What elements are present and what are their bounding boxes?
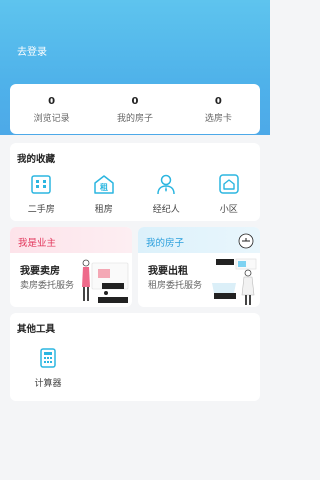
promo-title: 我要卖房 [20, 266, 60, 277]
community-icon [219, 174, 239, 194]
favorite-second-hand[interactable]: 二手房 [10, 173, 73, 215]
stat-my-houses[interactable]: 0 我的房子 [93, 84, 176, 134]
sell-house-card[interactable]: 我是业主 我要卖房 卖房委托服务 [10, 227, 132, 307]
tool-label: 计算器 [34, 379, 62, 389]
login-link[interactable]: 去登录 [17, 43, 47, 58]
favorite-rent[interactable]: 租 租房 [73, 173, 136, 215]
calculator-icon [40, 348, 56, 368]
stat-value: 0 [214, 95, 222, 107]
favorite-agent[interactable]: 经纪人 [135, 173, 198, 215]
building-icon [31, 175, 51, 194]
seller-illustration [82, 259, 129, 303]
clock-icon [238, 233, 254, 249]
stat-label: 选房卡 [204, 113, 232, 124]
tools-title: 其他工具 [17, 324, 56, 335]
rent-house-icon: 租 [94, 175, 114, 194]
agent-icon [157, 174, 175, 195]
favorite-community[interactable]: 小区 [198, 173, 261, 215]
favorite-label: 经纪人 [152, 205, 180, 215]
rent-house-card[interactable]: 我的房子 我要出租 租房委托服务 [138, 227, 260, 307]
stats-card: 0 浏览记录 0 我的房子 0 选房卡 [10, 84, 260, 134]
favorites-card: 我的收藏 二手房 租 租房 经纪人 小区 [10, 143, 260, 221]
svg-text:租: 租 [100, 182, 108, 192]
favorites-row: 二手房 租 租房 经纪人 小区 [10, 173, 260, 215]
stat-value: 0 [131, 95, 139, 107]
favorite-label: 小区 [219, 205, 238, 215]
stat-house-card[interactable]: 0 选房卡 [177, 84, 260, 134]
stat-label: 我的房子 [116, 113, 153, 124]
promo-tag: 我的房子 [146, 238, 185, 249]
stat-browse-history[interactable]: 0 浏览记录 [10, 84, 93, 134]
favorites-title: 我的收藏 [17, 154, 56, 165]
promo-title: 我要出租 [148, 266, 188, 277]
promo-subtitle: 卖房委托服务 [20, 281, 75, 291]
tools-card: 其他工具 计算器 [10, 313, 260, 401]
promo-tag: 我是业主 [18, 238, 57, 249]
tool-calculator[interactable]: 计算器 [30, 347, 66, 389]
landlord-illustration [212, 258, 257, 305]
favorite-label: 二手房 [27, 205, 55, 215]
favorite-label: 租房 [94, 205, 113, 215]
stat-label: 浏览记录 [33, 113, 70, 124]
stat-value: 0 [48, 95, 56, 107]
promo-subtitle: 租房委托服务 [148, 281, 203, 291]
